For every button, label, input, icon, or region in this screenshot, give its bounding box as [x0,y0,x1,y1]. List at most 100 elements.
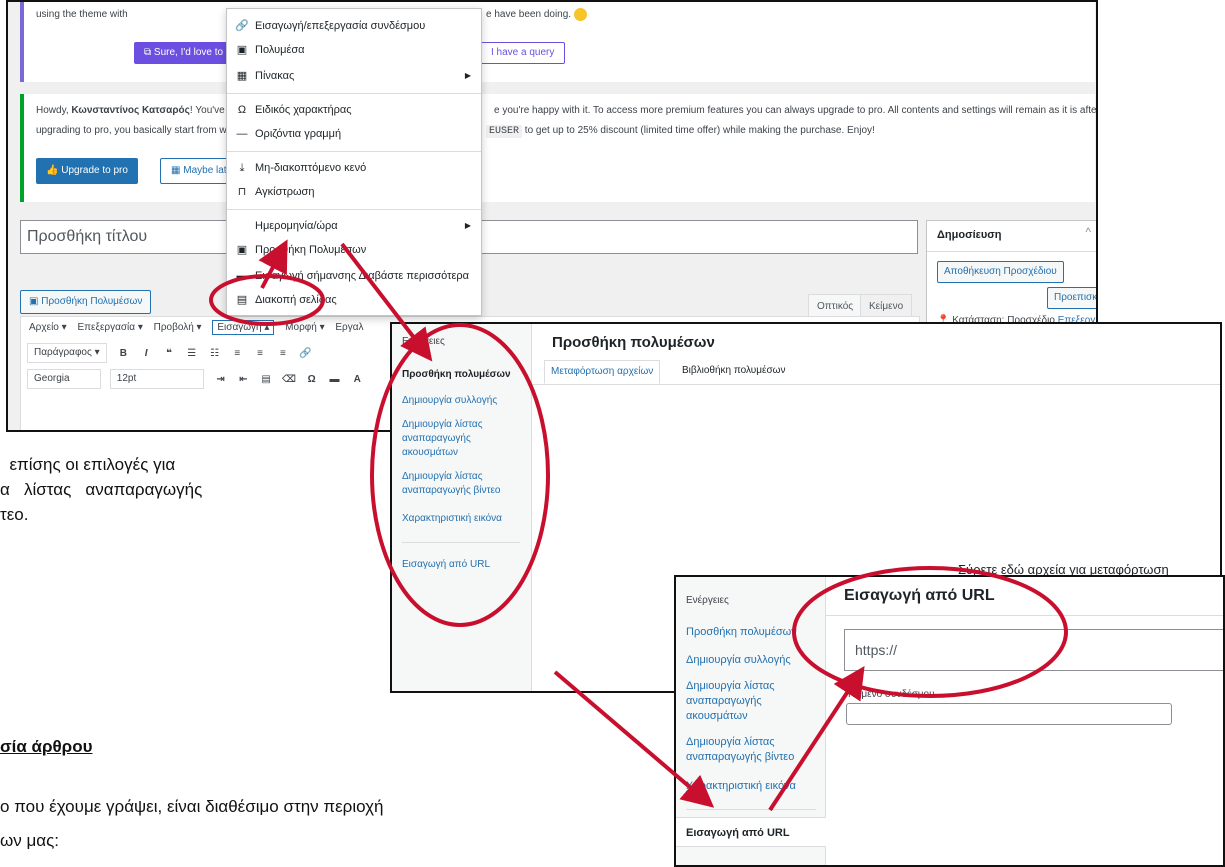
menu-view[interactable]: Προβολή ▾ [154,322,202,333]
outdent-icon[interactable]: ⇤ [235,367,251,393]
modal-title: Προσθήκη πολυμέσων [552,334,715,351]
align-right-icon[interactable]: ≡ [275,341,291,367]
link-text-input[interactable] [846,703,1172,725]
doc-line: ο που έχουμε γράψει, είναι διαθέσιμο στη… [0,797,384,816]
tab-upload-files[interactable]: Μεταφόρτωση αρχείων [544,360,661,384]
link-icon: 🔗 [235,20,249,32]
doc-line: α λίστας αναπαραγωγής [0,480,203,499]
quote-icon[interactable]: ❝ [161,341,177,367]
menu-item-page-break[interactable]: ▤ Διακοπή σελίδας [227,289,481,311]
url-sidebar: Ενέργειες Προσθήκη πολυμέσων Δημιουργία … [676,577,826,865]
media-icon: ▣ [236,244,248,256]
preview-button[interactable]: Προεπισκό [1047,287,1096,309]
sidebar-item-featured-image[interactable]: Χαρακτηριστική εικόνα [686,779,826,794]
sidebar-item-audio-playlist[interactable]: Δημιουργία λίστας αναπαραγωγής ακουσμάτω… [402,418,526,460]
nbsp-icon: ⤓ [239,162,245,174]
document-paragraph-1: επίσης οι επιλογές για α λίστας αναπαραγ… [0,452,400,527]
add-media-button[interactable]: ▣ Προσθήκη Πολυμέσων [20,290,152,314]
sidebar-item-add-media[interactable]: Προσθήκη πολυμέσων [402,368,526,382]
menu-item-link[interactable]: 🔗 Εισαγωγή/επεξεργασία συνδέσμου [227,15,481,37]
modal-title: Εισαγωγή από URL [844,587,995,604]
thumbs-up-icon: 👍 [46,165,62,176]
publish-title: Δημοσίευση [937,229,1002,241]
menu-item-anchor[interactable]: ⊓ Αγκίστρωση [227,181,481,203]
tab-text[interactable]: Κείμενο [860,294,913,318]
bullet-list-icon[interactable]: ☰ [184,341,200,367]
menu-item-media[interactable]: ▣ Πολυμέσα [227,39,481,61]
read-more-icon[interactable]: ▬ [326,367,342,393]
font-size-select[interactable]: 12pt [109,369,204,390]
bookmark-icon: ⊓ [237,186,247,198]
horizontal-line-icon: — [236,128,248,140]
menu-format[interactable]: Μορφή ▾ [285,322,324,333]
calendar-icon: ▦ [171,165,184,176]
save-draft-button[interactable]: Αποθήκευση Προσχέδιου [937,261,1064,283]
menu-file[interactable]: Αρχείο ▾ [29,322,67,333]
numbered-list-icon[interactable]: ☷ [207,341,223,367]
align-left-icon[interactable]: ≡ [229,341,245,367]
menu-item-hr[interactable]: — Οριζόντια γραμμή [227,123,481,145]
paste-icon[interactable]: ▤ [258,367,274,393]
sidebar-item-insert-url[interactable]: Εισαγωγή από URL [402,558,526,572]
read-more-icon: ▬ [236,270,248,282]
menu-insert[interactable]: Εισαγωγή ▴ [212,320,275,335]
sidebar-item-gallery[interactable]: Δημιουργία συλλογής [402,394,526,408]
doc-line: επίσης οι επιλογές για [0,455,176,474]
menu-edit[interactable]: Επεξεργασία ▾ [77,322,142,333]
link-icon[interactable]: 🔗 [298,341,314,367]
menu-item-add-media[interactable]: ▣ Προσθήκη Πολυμέσων [227,239,481,261]
user-name: Κωνσταντίνος Κατσαρός [71,105,190,116]
media-icon: ▣ [29,296,42,307]
sidebar-item-add-media[interactable]: Προσθήκη πολυμέσων [686,625,826,640]
smiley-icon [573,8,587,21]
menu-item-nbsp[interactable]: ⤓ Μη-διακοπτόμενο κενό [227,157,481,179]
bold-icon[interactable]: B [115,341,131,367]
sidebar-item-featured-image[interactable]: Χαρακτηριστική εικόνα [402,512,526,526]
upgrade-pro-button[interactable]: 👍 Upgrade to pro [36,158,138,184]
italic-icon[interactable]: I [138,341,154,367]
eraser-icon[interactable]: ⌫ [281,367,297,393]
font-select[interactable]: Georgia [27,369,101,390]
chevron-right-icon: ▶ [464,221,471,230]
document-heading: σία άρθρου [0,737,93,756]
url-input[interactable]: https:// [844,629,1223,671]
sidebar-item-insert-url[interactable]: Εισαγωγή από URL [676,817,826,847]
notice-text: using the theme with [36,9,128,20]
page-break-icon: ▤ [236,294,248,306]
link-text-label: Κείμενο συνδέσμου [848,689,935,700]
insert-url-modal: Ενέργειες Προσθήκη πολυμέσων Δημιουργία … [674,575,1225,867]
doc-line: ων μας: [0,831,60,850]
media-sidebar: Ενέργειες Προσθήκη πολυμέσων Δημιουργία … [392,324,532,691]
tab-visual[interactable]: Οπτικός [808,294,863,318]
menu-item-table[interactable]: ▦ Πίνακας ▶ [227,65,481,87]
sidebar-heading: Ενέργειες [402,336,445,347]
film-icon: ▣ [236,44,248,56]
text-color-icon[interactable]: A [349,367,365,393]
align-center-icon[interactable]: ≡ [252,341,268,367]
chevron-up-icon[interactable]: ^ [1085,225,1091,239]
upgrade-notice: Howdy, Κωνσταντίνος Κατσαρός! You've b e… [20,94,1096,202]
menu-item-datetime[interactable]: Ημερομηνία/ώρα ▶ [227,215,481,237]
external-link-icon: ⧉ [144,47,154,58]
omega-icon: Ω [237,104,247,116]
omega-icon[interactable]: Ω [304,367,320,393]
notice-text-right: e have been doing. [486,9,572,21]
menu-item-read-more[interactable]: ▬ Εισαγωγή σήμανσης Διαβάστε περισσότερα [227,265,481,287]
doc-line: τεο. [0,505,29,524]
menu-item-special-char[interactable]: Ω Ειδικός χαρακτήρας [227,99,481,121]
paragraph-select[interactable]: Παράγραφος ▾ [27,343,107,364]
coupon-code: EUSER [486,125,523,138]
sidebar-item-gallery[interactable]: Δημιουργία συλλογής [686,653,826,668]
sidebar-item-video-playlist[interactable]: Δημιουργία λίστας αναπαραγωγής βίντεο [402,470,526,498]
tab-media-library[interactable]: Βιβλιοθήκη πολυμέσων [676,360,791,384]
sidebar-item-video-playlist[interactable]: Δημιουργία λίστας αναπαραγωγής βίντεο [686,735,826,765]
menu-tools[interactable]: Εργαλ [335,322,363,333]
review-notice: using the theme with e have been doing. … [20,2,1095,82]
sidebar-item-audio-playlist[interactable]: Δημιουργία λίστας αναπαραγωγής ακουσμάτω… [686,679,826,724]
chevron-right-icon: ▶ [464,71,471,80]
indent-icon[interactable]: ⇥ [213,367,229,393]
document-paragraph-2: ο που έχουμε γράψει, είναι διαθέσιμο στη… [0,790,680,858]
query-button[interactable]: I have a query [480,42,566,64]
sure-button[interactable]: ⧉ Sure, I'd love to [134,42,234,64]
sidebar-heading: Ενέργειες [686,595,729,606]
